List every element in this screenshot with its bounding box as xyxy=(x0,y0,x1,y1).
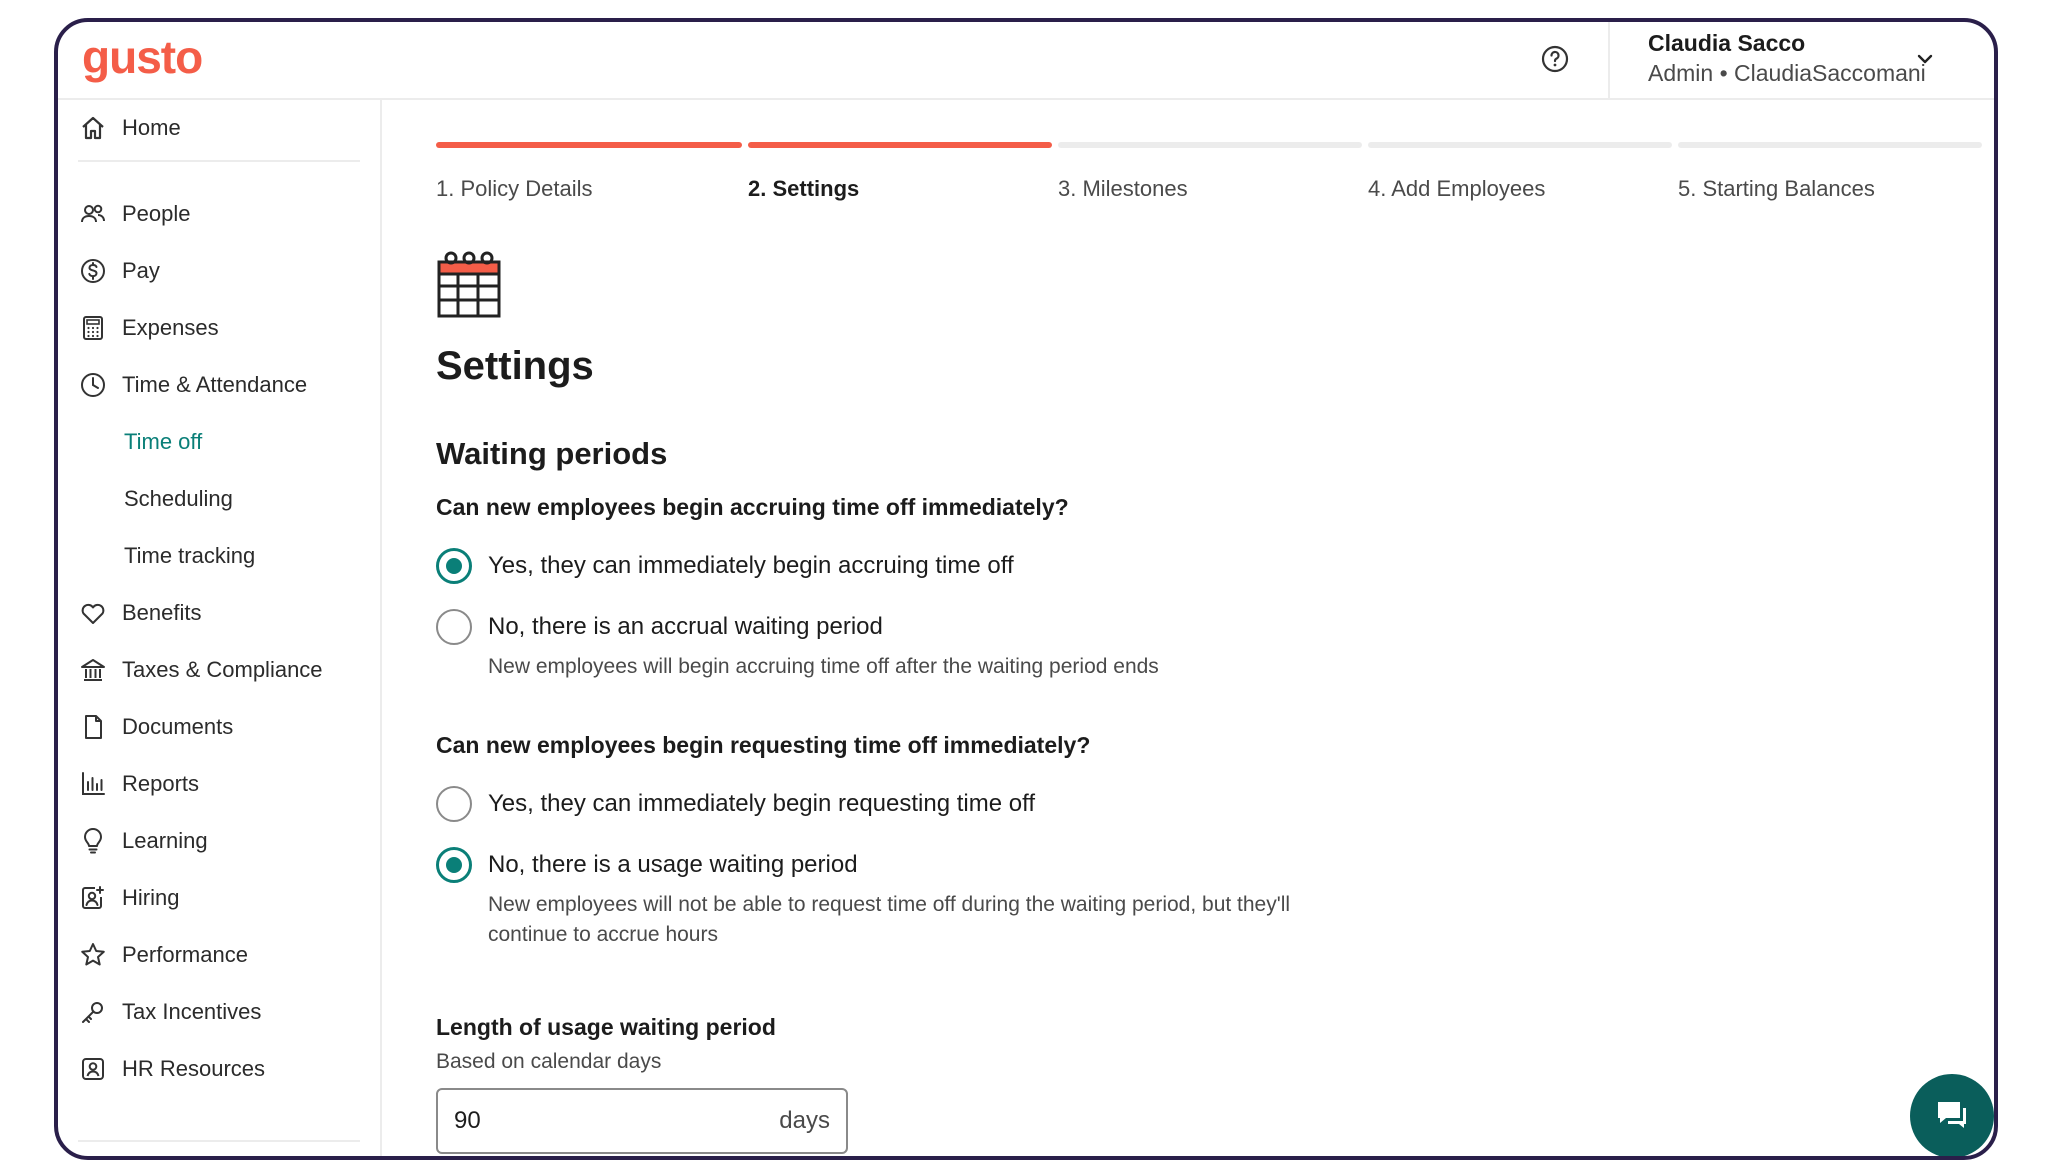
waiting-period-field[interactable]: days xyxy=(436,1088,848,1154)
step-policy-details[interactable]: 1. Policy Details xyxy=(436,176,593,202)
key-icon xyxy=(78,997,108,1027)
sidebar-item-taxes-compliance[interactable]: Taxes & Compliance xyxy=(78,650,323,690)
radio-label: Yes, they can immediately begin accruing… xyxy=(488,552,1014,579)
sidebar-item-label: Hiring xyxy=(122,885,180,910)
sidebar-item-label: Performance xyxy=(122,942,248,967)
bank-icon xyxy=(78,655,108,685)
top-header: gusto Claudia Sacco Admin • ClaudiaSacco… xyxy=(58,22,1994,100)
sidebar-divider xyxy=(78,1140,360,1142)
user-company[interactable]: Admin • ClaudiaSaccomani xyxy=(1648,60,1926,87)
user-name[interactable]: Claudia Sacco xyxy=(1648,30,1805,57)
radio-help-text: New employees will not be able to reques… xyxy=(488,893,1291,916)
section-title: Waiting periods xyxy=(436,436,668,471)
main-content: 1. Policy Details 2. Settings 3. Milesto… xyxy=(384,100,1994,1156)
dollar-icon xyxy=(78,256,108,286)
page-title: Settings xyxy=(436,344,594,388)
step-progress-2 xyxy=(748,142,1052,148)
sidebar-item-scheduling[interactable]: Scheduling xyxy=(124,479,233,519)
sidebar-item-reports[interactable]: Reports xyxy=(78,764,199,804)
header-divider xyxy=(1608,22,1610,100)
sidebar-item-label: Time & Attendance xyxy=(122,372,308,397)
chat-button[interactable] xyxy=(1910,1074,1994,1156)
sidebar-item-time-tracking[interactable]: Time tracking xyxy=(124,536,255,576)
sidebar-item-label: Time off xyxy=(124,429,203,454)
sidebar-item-label: Reports xyxy=(122,771,200,796)
sidebar-item-label: Expenses xyxy=(122,315,219,340)
chevron-down-icon[interactable] xyxy=(1914,48,1936,70)
sidebar-item-performance[interactable]: Performance xyxy=(78,935,248,975)
sidebar-item-hr-resources[interactable]: HR Resources xyxy=(78,1049,265,1089)
radio-help-text: New employees will begin accruing time o… xyxy=(488,655,1159,678)
clock-icon xyxy=(78,370,108,400)
sidebar-item-home[interactable]: Home xyxy=(78,108,181,148)
step-milestones: 3. Milestones xyxy=(1058,176,1188,201)
sidebar-divider xyxy=(78,160,360,162)
sidebar-item-label: HR Resources xyxy=(122,1056,266,1081)
radio-usage-waiting-period[interactable]: No, there is a usage waiting period xyxy=(436,846,858,884)
radio-label: No, there is a usage waiting period xyxy=(488,851,858,878)
sidebar-item-time-off[interactable]: Time off xyxy=(124,422,202,462)
home-icon xyxy=(78,113,108,143)
star-icon xyxy=(78,940,108,970)
heart-icon xyxy=(78,598,108,628)
sidebar-item-benefits[interactable]: Benefits xyxy=(78,593,202,633)
sidebar-nav: Home People Pay Expenses Time & Attendan… xyxy=(58,100,382,1156)
hiring-icon xyxy=(78,883,108,913)
step-starting-balances: 5. Starting Balances xyxy=(1678,176,1875,201)
chat-icon xyxy=(1938,1102,1966,1128)
sidebar-item-label: Pay xyxy=(122,258,160,283)
step-add-employees: 4. Add Employees xyxy=(1368,176,1546,201)
sidebar-item-people[interactable]: People xyxy=(78,194,191,234)
field-unit: days xyxy=(779,1107,830,1134)
sidebar-item-time-attendance[interactable]: Time & Attendance xyxy=(78,365,307,405)
field-sublabel: Based on calendar days xyxy=(436,1050,662,1073)
sidebar-item-label: Documents xyxy=(122,714,234,739)
radio-button[interactable] xyxy=(436,786,472,822)
calendar-icon xyxy=(437,251,501,318)
sidebar-item-label: Time tracking xyxy=(124,543,256,568)
sidebar-item-label: People xyxy=(122,201,191,226)
sidebar-item-label: Learning xyxy=(122,828,208,853)
radio-button-checked[interactable] xyxy=(436,847,472,883)
sidebar-item-label: Tax Incentives xyxy=(122,999,262,1024)
radio-label: No, there is an accrual waiting period xyxy=(488,613,883,640)
step-progress-5 xyxy=(1678,142,1982,148)
calculator-icon xyxy=(78,313,108,343)
sidebar-item-learning[interactable]: Learning xyxy=(78,821,208,861)
help-icon[interactable] xyxy=(1540,44,1570,74)
waiting-period-input[interactable] xyxy=(454,1107,780,1135)
sidebar-item-documents[interactable]: Documents xyxy=(78,707,233,747)
step-progress-4 xyxy=(1368,142,1672,148)
radio-help-text: continue to accrue hours xyxy=(488,923,718,946)
step-progress-1 xyxy=(436,142,742,148)
app-window: gusto Claudia Sacco Admin • ClaudiaSacco… xyxy=(54,18,1998,1160)
sidebar-item-label: Home xyxy=(122,115,181,140)
sidebar-item-hiring[interactable]: Hiring xyxy=(78,878,179,918)
people-icon xyxy=(78,199,108,229)
sidebar-item-pay[interactable]: Pay xyxy=(78,251,160,291)
document-icon xyxy=(78,712,108,742)
bar-chart-icon xyxy=(78,769,108,799)
step-settings: 2. Settings xyxy=(748,176,860,201)
question-requesting: Can new employees begin requesting time … xyxy=(436,732,1091,758)
radio-button-checked[interactable] xyxy=(436,548,472,584)
hr-icon xyxy=(78,1054,108,1084)
field-label: Length of usage waiting period xyxy=(436,1014,776,1040)
sidebar-item-label: Scheduling xyxy=(124,486,233,511)
sidebar-item-label: Taxes & Compliance xyxy=(122,657,323,682)
radio-button[interactable] xyxy=(436,609,472,645)
radio-accrue-immediately[interactable]: Yes, they can immediately begin accruing… xyxy=(436,547,1014,585)
sidebar-item-label: Benefits xyxy=(122,600,202,625)
question-accrual: Can new employees begin accruing time of… xyxy=(436,494,1069,520)
lightbulb-icon xyxy=(78,826,108,856)
step-progress-3 xyxy=(1058,142,1362,148)
radio-request-immediately[interactable]: Yes, they can immediately begin requesti… xyxy=(436,785,1035,823)
gusto-logo[interactable]: gusto xyxy=(82,30,203,84)
sidebar-item-tax-incentives[interactable]: Tax Incentives xyxy=(78,992,261,1032)
sidebar-item-expenses[interactable]: Expenses xyxy=(78,308,219,348)
radio-label: Yes, they can immediately begin requesti… xyxy=(488,790,1035,817)
radio-accrual-waiting-period[interactable]: No, there is an accrual waiting period xyxy=(436,608,883,646)
